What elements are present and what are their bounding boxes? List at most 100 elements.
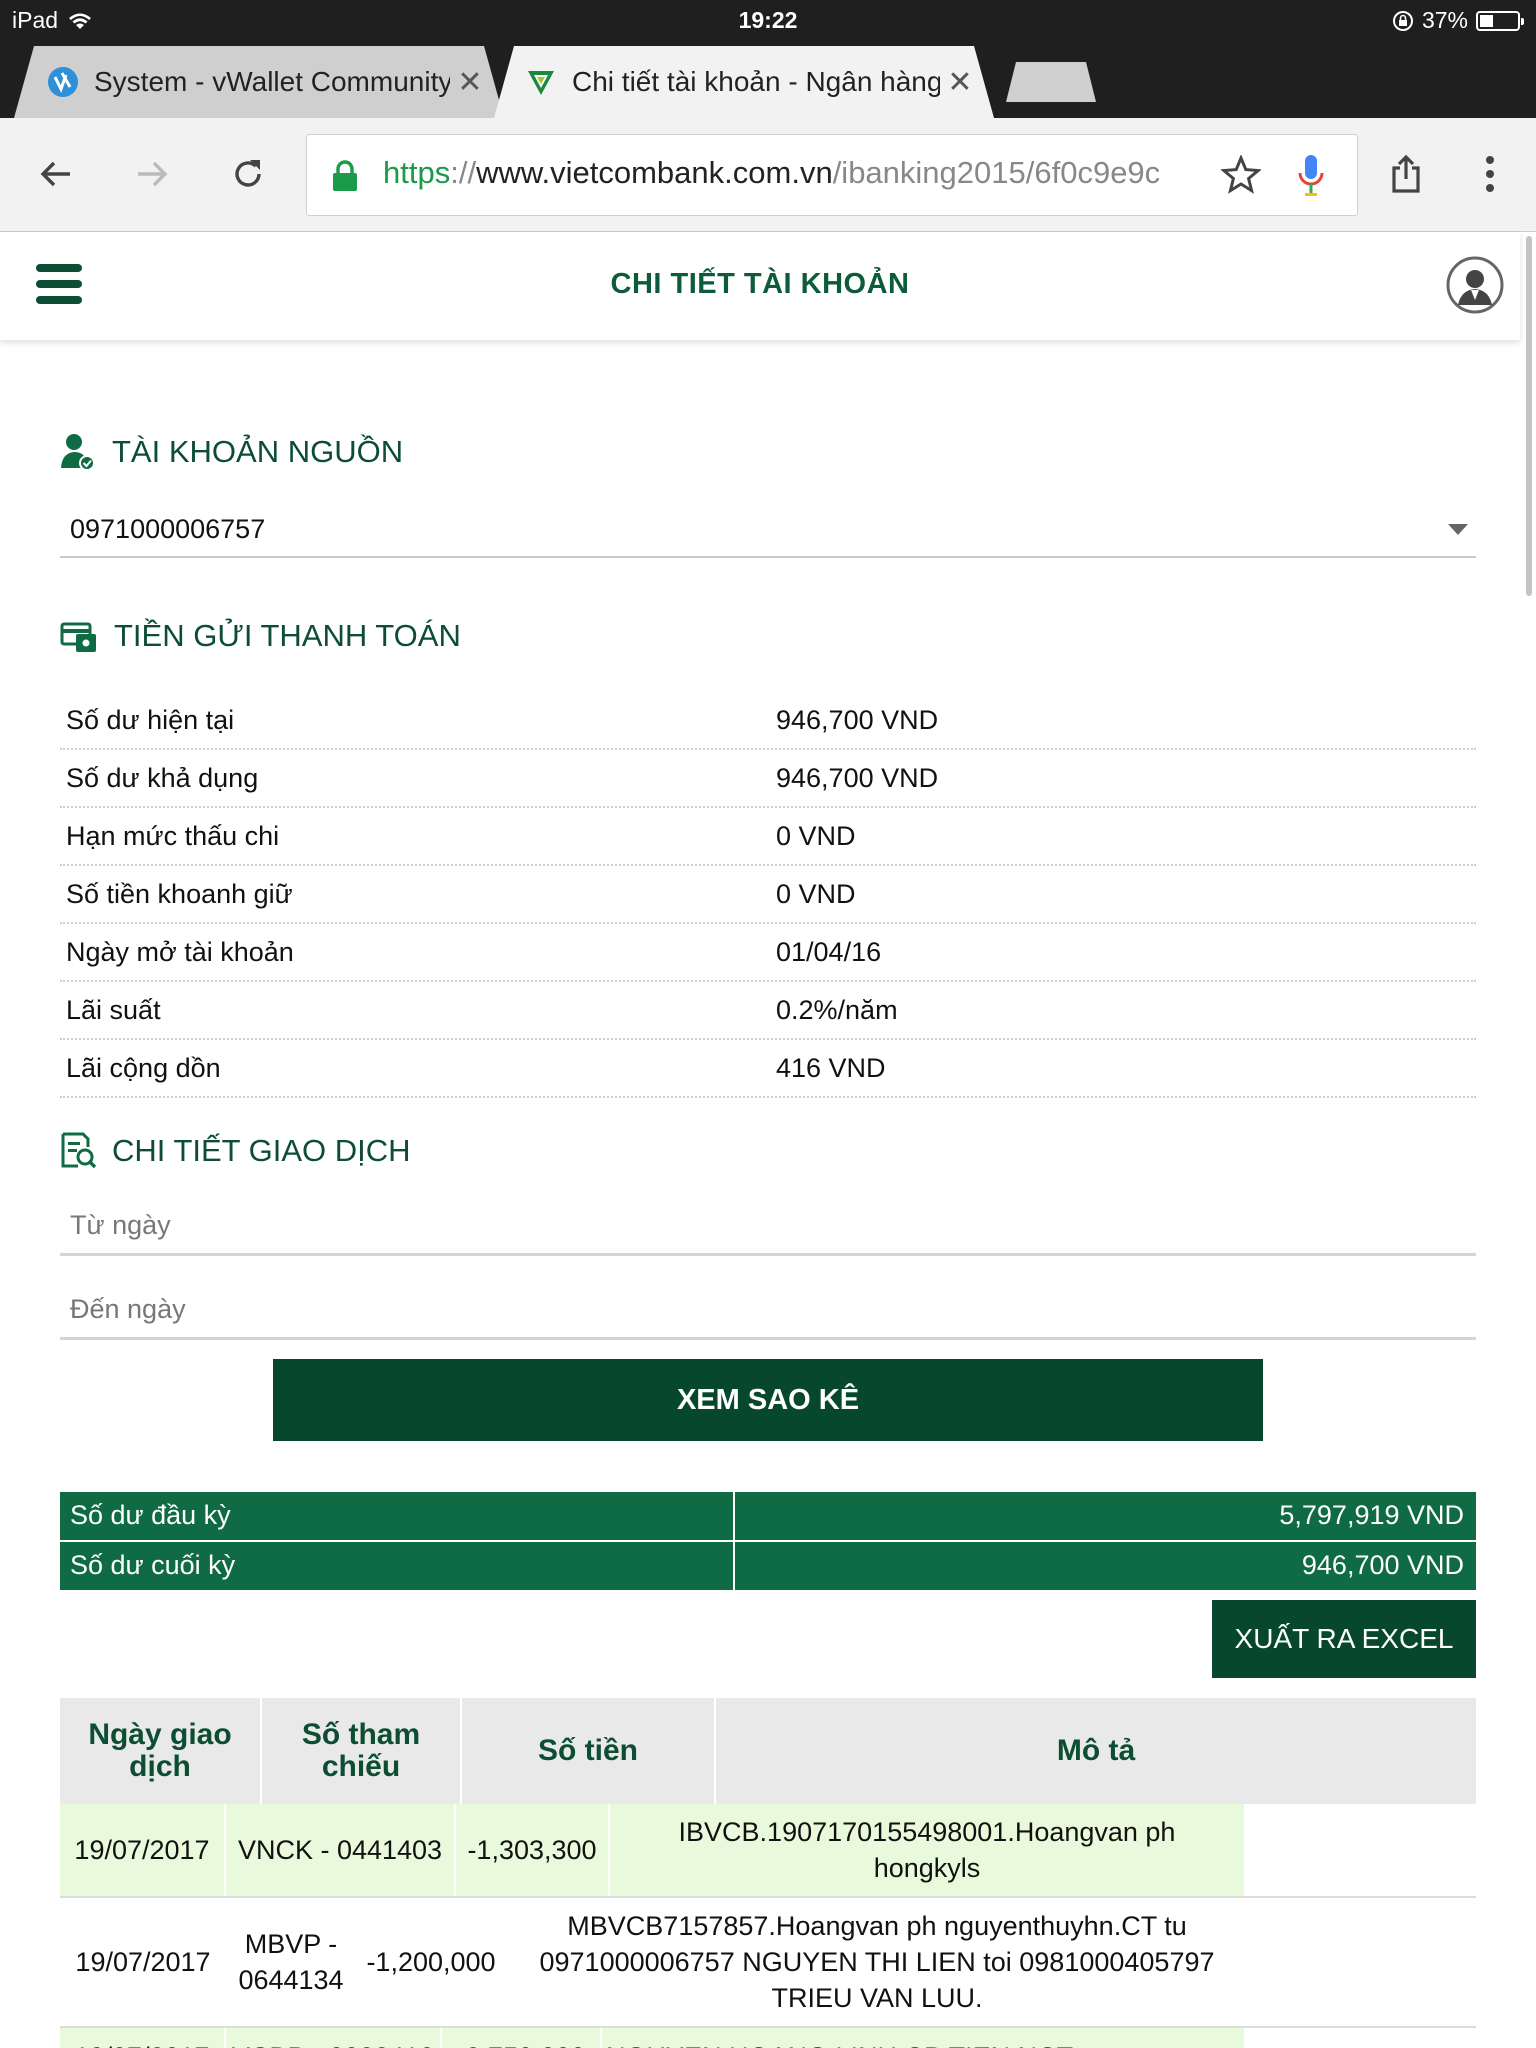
tab-vietcombank[interactable]: Chi tiết tài khoản - Ngân hàng ✕ <box>494 46 994 118</box>
info-row: Hạn mức thấu chi 0 VND <box>60 808 1476 866</box>
info-value: 946,700 VND <box>776 704 939 735</box>
browser-toolbar: https://www.vietcombank.com.vn/ibanking2… <box>0 118 1536 232</box>
info-value: 01/04/16 <box>776 936 882 967</box>
close-tab-icon[interactable]: ✕ <box>940 65 980 100</box>
opening-balance-row: Số dư đầu kỳ 5,797,919 VND <box>60 1492 1476 1542</box>
column-header-date: Ngày giao dịch <box>60 1698 262 1804</box>
page-scrollbar[interactable] <box>1526 236 1532 596</box>
info-row: Lãi cộng dồn 416 VND <box>60 1040 1476 1098</box>
from-date-input[interactable] <box>60 1196 1476 1255</box>
microphone-icon[interactable] <box>1295 153 1327 199</box>
column-header-amount: Số tiền <box>462 1698 716 1804</box>
table-row: 19/07/2017 MBVP - 0644134 -1,200,000 MBV… <box>60 1898 1476 2028</box>
tab-title: Chi tiết tài khoản - Ngân hàng <box>572 66 940 97</box>
cell-date: 19/07/2017 <box>75 1947 211 1977</box>
cell-amount: -1,200,000 <box>366 1947 496 1977</box>
row-spacer <box>1246 2028 1476 2048</box>
info-label: Số dư hiện tại <box>66 704 235 735</box>
more-vert-icon <box>1486 156 1494 192</box>
page-title: CHI TIẾT TÀI KHOẢN <box>610 268 910 300</box>
info-value: 946,700 VND <box>776 762 939 793</box>
source-account-heading: TÀI KHOẢN NGUỒN <box>60 432 403 472</box>
deposit-card-icon <box>60 622 96 652</box>
cell-reference: VNCK - 0441403 <box>226 1804 456 1896</box>
info-row: Lãi suất 0.2%/năm <box>60 982 1476 1040</box>
cell-amount: -2,750,000 <box>442 2028 602 2048</box>
share-button[interactable] <box>1380 148 1432 200</box>
view-statement-button[interactable]: XEM SAO KÊ <box>273 1359 1263 1441</box>
info-label: Lãi suất <box>66 994 161 1025</box>
clock: 19:22 <box>738 7 798 33</box>
info-value: 0 VND <box>776 820 856 851</box>
share-icon <box>1392 154 1420 193</box>
reload-icon <box>235 160 261 187</box>
balance-summary: Số dư đầu kỳ 5,797,919 VND Số dư cuối kỳ… <box>60 1492 1476 1592</box>
statement-document-icon <box>61 1132 96 1169</box>
column-header-description: Mô tả <box>1056 1734 1136 1767</box>
cell-amount: -1,303,300 <box>456 1804 610 1896</box>
tab-strip: System - vWallet Community ✕ Chi tiết tà… <box>0 40 1536 118</box>
transactions-heading: CHI TIẾT GIAO DỊCH <box>60 1132 411 1170</box>
url-text: https://www.vietcombank.com.vn/ibanking2… <box>383 155 1161 190</box>
to-date-input[interactable] <box>60 1280 1476 1339</box>
cell-description: NGUYEN HOANG LINH CP TIEN NCT <box>602 2028 1246 2048</box>
closing-balance-row: Số dư cuối kỳ 946,700 VND <box>60 1542 1476 1592</box>
deposit-heading: TIỀN GỬI THANH TOÁN <box>60 618 461 654</box>
info-row: Số dư hiện tại 946,700 VND <box>60 692 1476 750</box>
source-account-select[interactable]: 0971000006757 <box>60 506 1476 558</box>
new-tab-button[interactable] <box>1006 62 1096 102</box>
more-menu-button[interactable] <box>1464 148 1516 200</box>
closing-balance-label: Số dư cuối kỳ <box>60 1542 735 1590</box>
close-tab-icon[interactable]: ✕ <box>450 65 490 100</box>
rotation-lock-icon <box>1392 10 1413 31</box>
user-avatar-icon[interactable] <box>1446 256 1504 314</box>
export-excel-button[interactable]: XUẤT RA EXCEL <box>1212 1600 1476 1678</box>
deposit-info-table: Số dư hiện tại 946,700 VND Số dư khả dụng… <box>60 692 1476 1098</box>
source-account-value: 0971000006757 <box>70 514 266 544</box>
cell-date: 19/07/2017 <box>60 2028 226 2048</box>
transactions-table-body: 19/07/2017 VNCK - 0441403 -1,303,300 IBV… <box>60 1804 1476 2048</box>
forward-button[interactable] <box>126 148 178 200</box>
tab-title: System - vWallet Community <box>94 66 450 97</box>
status-bar: iPad 19:22 37% <box>0 0 1536 40</box>
info-label: Số tiền khoanh giữ <box>66 878 293 909</box>
table-row: 19/07/2017 VCBP - 0022416 -2,750,000 NGU… <box>60 2028 1476 2048</box>
from-date-field[interactable] <box>60 1196 1476 1256</box>
vietcombank-favicon-icon <box>528 71 554 95</box>
table-row: 19/07/2017 VNCK - 0441403 -1,303,300 IBV… <box>60 1804 1476 1898</box>
address-bar[interactable]: https://www.vietcombank.com.vn/ibanking2… <box>306 134 1358 216</box>
vwallet-favicon-icon <box>48 67 78 97</box>
forward-arrow-icon <box>138 161 168 187</box>
closing-balance-value: 946,700 VND <box>1301 1550 1464 1580</box>
opening-balance-label: Số dư đầu kỳ <box>60 1492 735 1540</box>
tab-vwallet[interactable]: System - vWallet Community ✕ <box>14 46 504 118</box>
dropdown-caret-icon <box>1448 524 1468 535</box>
cell-reference: VCBP - 0022416 <box>226 2028 442 2048</box>
reload-button[interactable] <box>222 148 274 200</box>
back-arrow-icon <box>40 161 70 187</box>
secure-lock-icon <box>333 160 357 191</box>
info-row: Số dư khả dụng 946,700 VND <box>60 750 1476 808</box>
info-label: Số dư khả dụng <box>66 762 259 793</box>
column-header-reference: Số tham chiếu <box>262 1698 462 1804</box>
cell-description: MBVCB7157857.Hoangvan ph nguyenthuyhn.CT… <box>539 1911 1215 2013</box>
cell-date: 19/07/2017 <box>60 1804 226 1896</box>
account-user-icon <box>61 434 95 471</box>
info-value: 0 VND <box>776 878 856 909</box>
cell-description: IBVCB.1907170155498001.Hoangvan ph hongk… <box>610 1804 1246 1896</box>
info-row: Số tiền khoanh giữ 0 VND <box>60 866 1476 924</box>
row-spacer <box>1246 1804 1476 1896</box>
info-label: Ngày mở tài khoản <box>66 936 294 967</box>
info-label: Lãi cộng dồn <box>66 1052 221 1083</box>
bookmark-star-icon[interactable] <box>1221 155 1261 195</box>
row-spacer <box>1248 1898 1476 2026</box>
info-value: 416 VND <box>776 1052 886 1083</box>
transactions-table-header: Ngày giao dịch Số tham chiếu Số tiền Mô … <box>60 1698 1476 1804</box>
info-value: 0.2%/năm <box>776 994 898 1025</box>
cell-reference: MBVP - 0644134 <box>238 1929 344 1995</box>
to-date-field[interactable] <box>60 1280 1476 1340</box>
info-label: Hạn mức thấu chi <box>66 820 280 851</box>
battery-icon <box>1476 10 1524 31</box>
back-button[interactable] <box>30 148 82 200</box>
app-header: CHI TIẾT TÀI KHOẢN <box>0 232 1520 340</box>
